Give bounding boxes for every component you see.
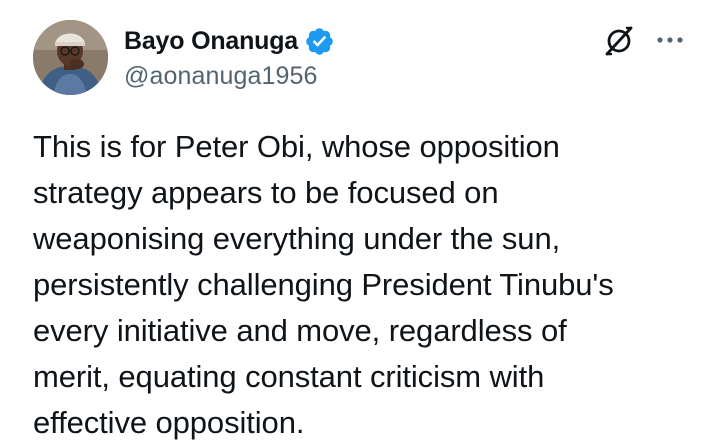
author-display-name[interactable]: Bayo Onanuga xyxy=(124,27,298,56)
more-horizontal-icon[interactable] xyxy=(652,26,688,54)
author-name-row: Bayo Onanuga xyxy=(124,25,335,57)
avatar[interactable] xyxy=(33,20,108,95)
avatar-photo xyxy=(33,20,108,95)
tweet-card: Bayo Onanuga @aonanuga1956 This is for P… xyxy=(0,0,720,447)
author-handle[interactable]: @aonanuga1956 xyxy=(124,62,318,91)
tweet-text: This is for Peter Obi, whose opposition … xyxy=(33,129,614,440)
grok-slash-icon[interactable] xyxy=(600,22,638,60)
verified-badge-icon[interactable] xyxy=(304,26,335,57)
